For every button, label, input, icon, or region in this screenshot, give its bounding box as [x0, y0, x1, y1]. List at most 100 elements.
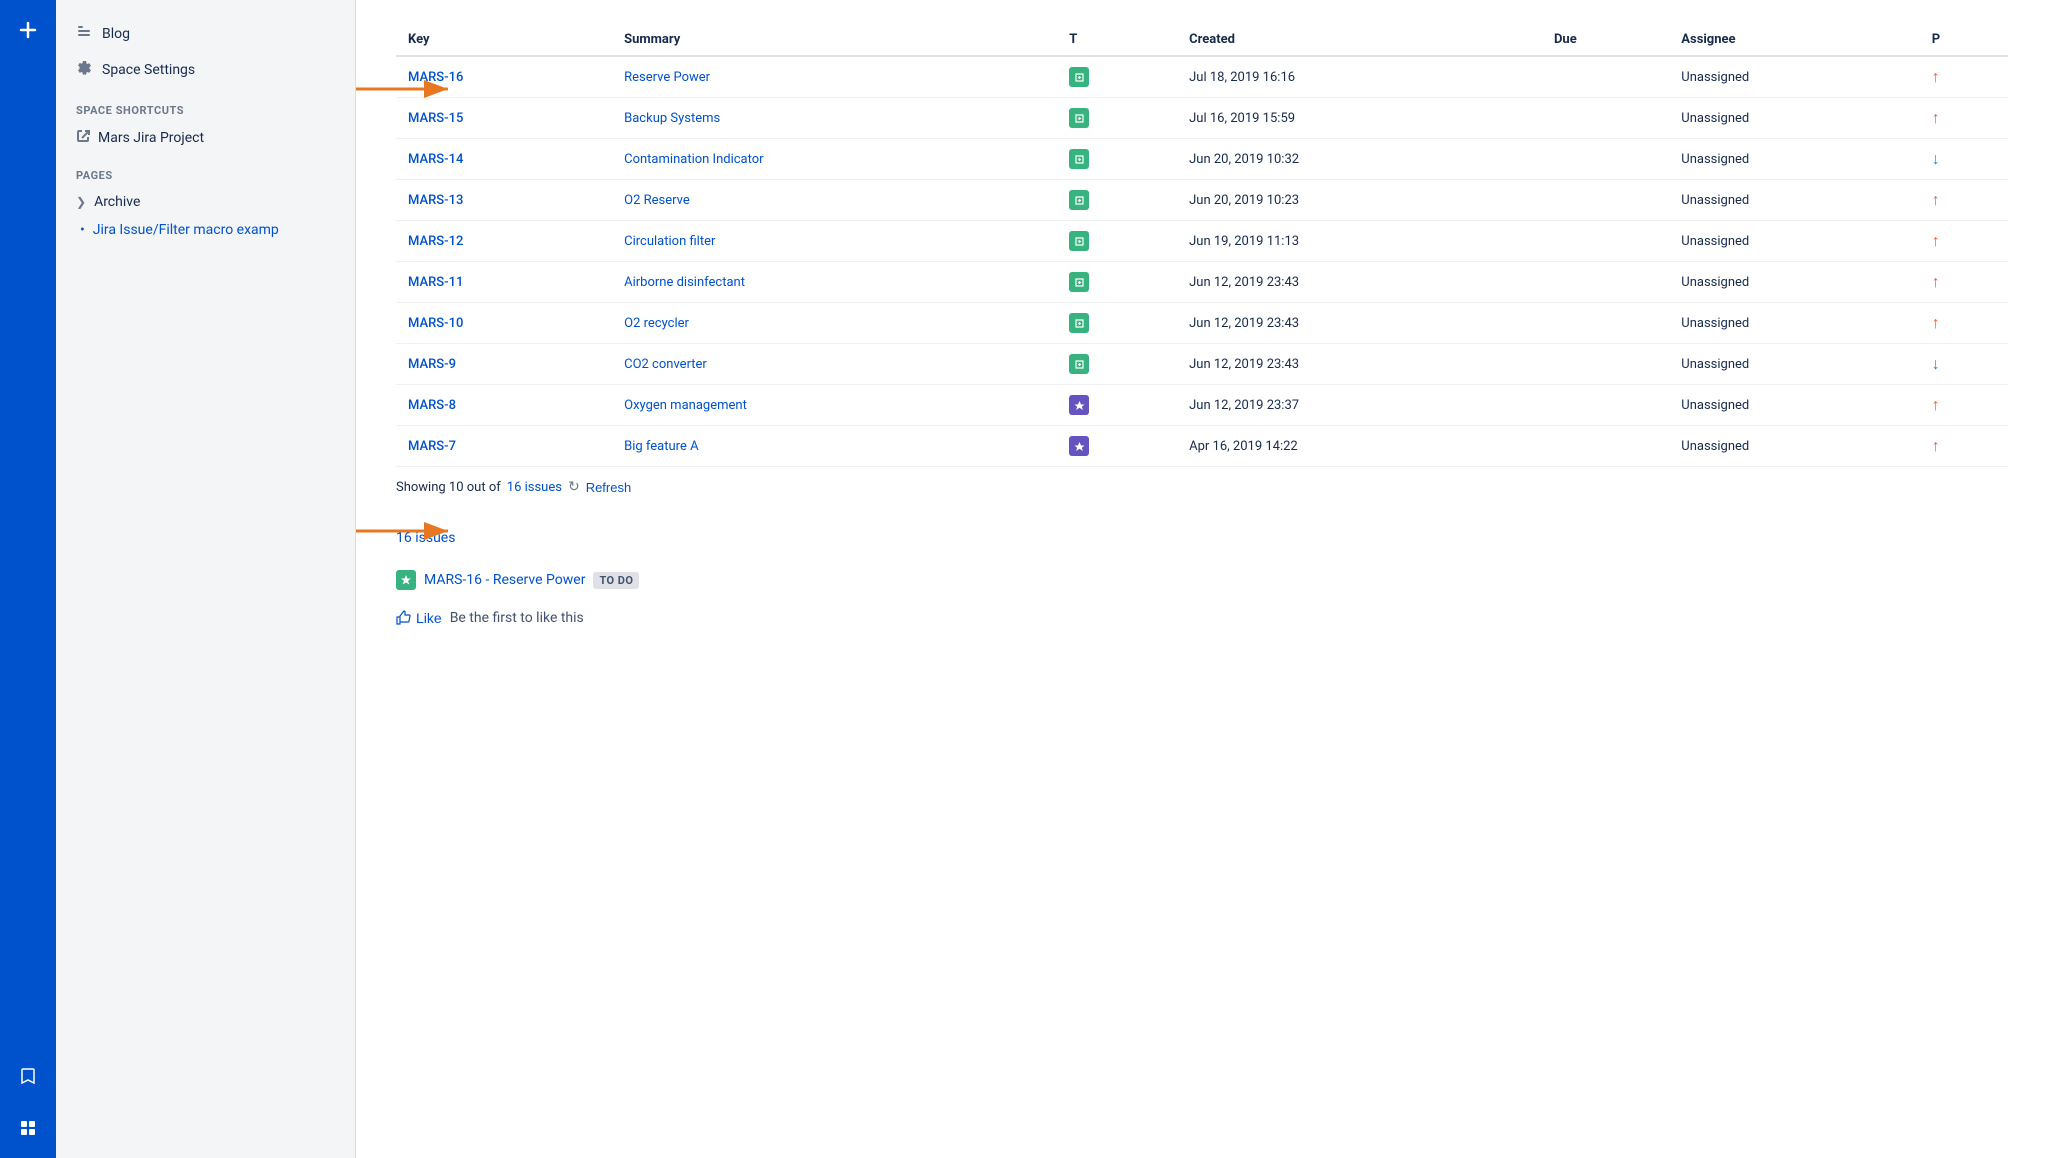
issues-count-link[interactable]: 16 issues [396, 530, 455, 546]
priority-up-icon: ↑ [1932, 272, 1940, 291]
issue-type-cell [1057, 385, 1177, 426]
issue-summary-link[interactable]: O2 Reserve [624, 193, 690, 208]
grid-icon[interactable] [10, 1110, 46, 1146]
issue-type-cell [1057, 221, 1177, 262]
blog-icon [76, 24, 92, 44]
priority-up-icon: ↑ [1932, 108, 1940, 127]
issue-assignee-cell: Unassigned [1669, 98, 1919, 139]
settings-label: Space Settings [102, 62, 195, 78]
issues-count-section: 16 issues [396, 527, 2008, 546]
issue-summary-cell: O2 Reserve [612, 180, 1057, 221]
issue-summary-link[interactable]: Reserve Power [624, 70, 710, 85]
bookmark-icon[interactable] [10, 1058, 46, 1094]
sidebar-item-settings[interactable]: Space Settings [56, 52, 355, 88]
like-button[interactable]: Like [396, 610, 442, 626]
sidebar: Blog Space Settings SPACE SHORTCUTS Mars… [56, 0, 356, 1158]
issue-created-cell: Jun 12, 2019 23:43 [1177, 344, 1542, 385]
refresh-button[interactable]: Refresh [586, 480, 632, 495]
issue-key-cell: MARS-7 [396, 426, 612, 467]
issue-summary-link[interactable]: Backup Systems [624, 111, 720, 126]
table-row: MARS-11Airborne disinfectantJun 12, 2019… [396, 262, 2008, 303]
issue-summary-cell: Reserve Power [612, 56, 1057, 98]
issue-created-cell: Jun 12, 2019 23:43 [1177, 303, 1542, 344]
issue-summary-link[interactable]: Oxygen management [624, 398, 747, 413]
sidebar-item-jira-example[interactable]: Jira Issue/Filter macro examp [56, 216, 355, 244]
issue-due-cell [1542, 385, 1669, 426]
issue-key-cell: MARS-9 [396, 344, 612, 385]
issue-key-link[interactable]: MARS-11 [408, 275, 463, 290]
issues-count-link-footer[interactable]: 16 issues [507, 480, 562, 495]
issue-assignee-cell: Unassigned [1669, 426, 1919, 467]
issue-priority-cell: ↑ [1920, 303, 2008, 344]
issue-key-link[interactable]: MARS-9 [408, 357, 456, 372]
issue-key-link[interactable]: MARS-12 [408, 234, 463, 249]
issue-summary-link[interactable]: Circulation filter [624, 234, 715, 249]
issue-key-link[interactable]: MARS-10 [408, 316, 463, 331]
issue-summary-link[interactable]: Airborne disinfectant [624, 275, 745, 290]
issue-key-link[interactable]: MARS-7 [408, 439, 456, 454]
issue-key-link[interactable]: MARS-14 [408, 152, 463, 167]
add-button[interactable] [10, 12, 46, 48]
like-label: Like [416, 610, 442, 626]
issue-created-cell: Jun 20, 2019 10:32 [1177, 139, 1542, 180]
sidebar-item-archive[interactable]: ❯ Archive [56, 188, 355, 216]
issue-key-cell: MARS-15 [396, 98, 612, 139]
issue-created-cell: Jul 16, 2019 15:59 [1177, 98, 1542, 139]
jira-issue-status: TO DO [593, 572, 639, 589]
issue-key-cell: MARS-8 [396, 385, 612, 426]
issue-due-cell [1542, 344, 1669, 385]
table-row: MARS-8 Oxygen management Jun 12, 2019 23:3… [396, 385, 2008, 426]
priority-up-icon: ↑ [1932, 436, 1940, 455]
issue-due-cell [1542, 56, 1669, 98]
issue-priority-cell: ↓ [1920, 344, 2008, 385]
table-header: Key Summary T Created Due Assignee P [396, 24, 2008, 56]
issue-summary-cell: Big feature A [612, 426, 1057, 467]
issue-assignee-cell: Unassigned [1669, 139, 1919, 180]
issue-priority-cell: ↑ [1920, 98, 2008, 139]
issue-summary-cell: Oxygen management [612, 385, 1057, 426]
sidebar-item-mars-jira[interactable]: Mars Jira Project [56, 123, 355, 153]
issue-created-cell: Jun 12, 2019 23:37 [1177, 385, 1542, 426]
issue-priority-cell: ↑ [1920, 221, 2008, 262]
sidebar-item-blog[interactable]: Blog [56, 16, 355, 52]
col-header-priority: P [1920, 24, 2008, 56]
table-row: MARS-9CO2 converterJun 12, 2019 23:43Una… [396, 344, 2008, 385]
priority-up-icon: ↑ [1932, 395, 1940, 414]
issue-key-link[interactable]: MARS-8 [408, 398, 456, 413]
col-header-key: Key [396, 24, 612, 56]
issue-type-icon [1069, 149, 1089, 169]
jira-issue-type-icon [396, 570, 416, 590]
issue-type-icon [1069, 231, 1089, 251]
mars-jira-label: Mars Jira Project [98, 130, 204, 146]
issue-due-cell [1542, 426, 1669, 467]
issue-summary-link[interactable]: O2 recycler [624, 316, 689, 331]
showing-text: Showing 10 out of [396, 480, 501, 495]
table-row: MARS-16 Reserve Power Jul 18, 2019 16:16 Un… [396, 56, 2008, 98]
issue-key-link[interactable]: MARS-15 [408, 111, 463, 126]
table-row: MARS-7Big feature AApr 16, 2019 14:22Una… [396, 426, 2008, 467]
issue-summary-link[interactable]: Contamination Indicator [624, 152, 763, 167]
like-text: Be the first to like this [450, 610, 584, 626]
issue-created-cell: Jul 18, 2019 16:16 [1177, 56, 1542, 98]
issue-priority-cell: ↑ [1920, 385, 2008, 426]
col-header-assignee: Assignee [1669, 24, 1919, 56]
pages-title: PAGES [56, 153, 355, 188]
issue-summary-link[interactable]: Big feature A [624, 439, 698, 454]
issues-table: Key Summary T Created Due Assignee P MAR… [396, 24, 2008, 467]
issue-type-icon [1069, 108, 1089, 128]
issue-priority-cell: ↑ [1920, 262, 2008, 303]
issue-type-cell [1057, 344, 1177, 385]
issue-key-cell: MARS-13 [396, 180, 612, 221]
jira-issue-summary: Reserve Power [493, 572, 586, 588]
issue-due-cell [1542, 221, 1669, 262]
issue-assignee-cell: Unassigned [1669, 56, 1919, 98]
table-row: MARS-12Circulation filterJun 19, 2019 11… [396, 221, 2008, 262]
priority-down-icon: ↓ [1932, 354, 1940, 373]
refresh-icon: ↻ [568, 479, 580, 495]
issue-key-link[interactable]: MARS-13 [408, 193, 463, 208]
issue-summary-link[interactable]: CO2 converter [624, 357, 707, 372]
blog-label: Blog [102, 26, 130, 42]
jira-issue-link[interactable]: MARS-16 - Reserve Power [424, 572, 585, 588]
issue-type-icon [1069, 313, 1089, 333]
issue-key-link[interactable]: MARS-16 [408, 70, 463, 85]
